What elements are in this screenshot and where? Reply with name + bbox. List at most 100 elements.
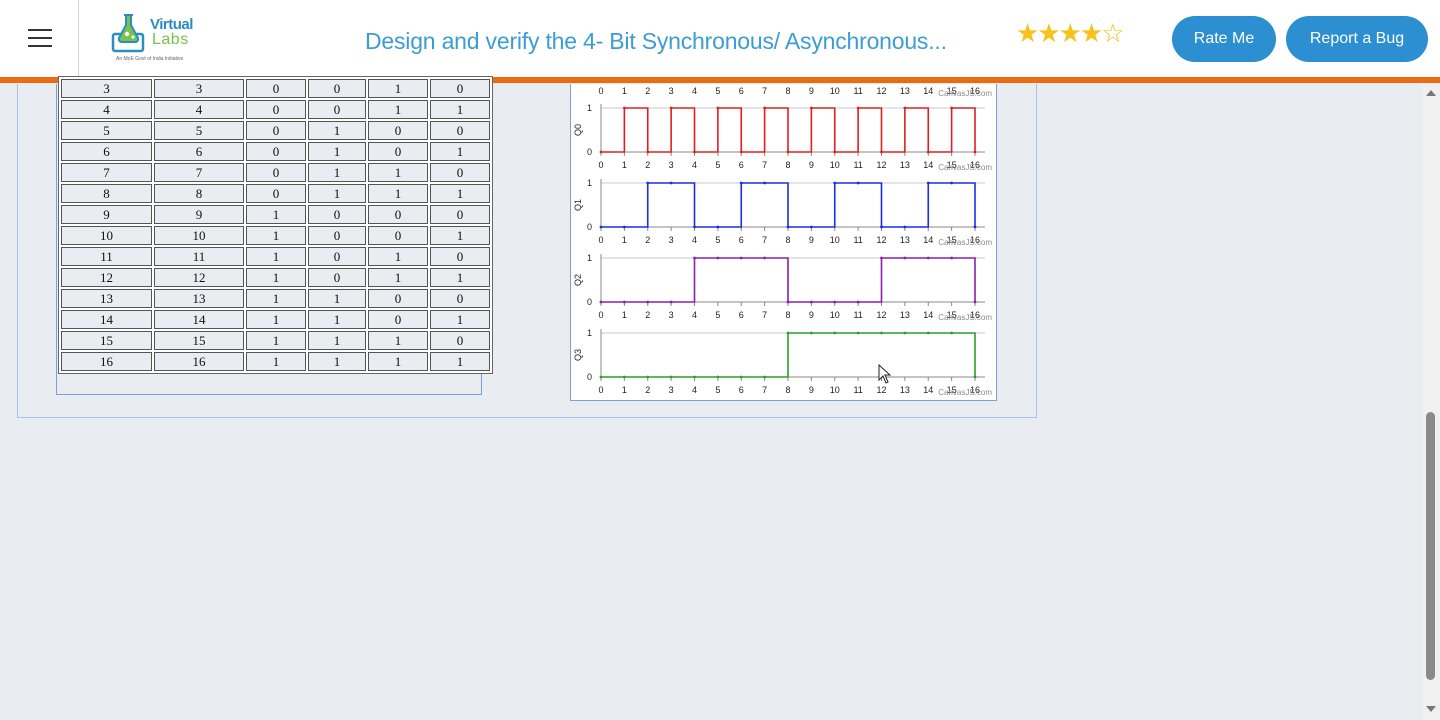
y-tick-label: 0	[587, 297, 592, 307]
x-tick-label: 2	[645, 310, 650, 320]
x-tick-label: 5	[715, 160, 720, 170]
table-row: 880111	[61, 184, 490, 203]
table-cell: 14	[154, 310, 244, 329]
filled-stars-icon[interactable]: ★★★★	[1016, 18, 1103, 48]
table-cell: 0	[368, 310, 428, 329]
series-line-q2	[601, 257, 976, 303]
x-tick-label: 5	[715, 235, 720, 245]
x-tick-label: 11	[853, 385, 862, 395]
menu-line	[28, 37, 52, 39]
y-axis-title: Q1	[573, 199, 583, 211]
table-cell: 0	[368, 121, 428, 140]
empty-star-icon[interactable]: ☆	[1101, 18, 1124, 48]
x-tick-label: 1	[622, 160, 627, 170]
x-tick-label: 0	[598, 385, 603, 395]
canvasjs-watermark: CanvasJS.com	[938, 238, 992, 247]
table-row: 14 14 1 1 0 1	[61, 310, 490, 329]
table-cell: 12	[154, 268, 244, 287]
x-tick-label: 1	[622, 310, 627, 320]
data-point	[693, 256, 696, 260]
scroll-down-arrow-icon[interactable]	[1426, 706, 1436, 712]
x-tick-label: 6	[739, 385, 744, 395]
table-cell: 15	[154, 331, 244, 350]
x-tick-label: 11	[853, 160, 862, 170]
data-point	[973, 150, 977, 154]
data-point	[763, 181, 767, 185]
table-cell: 15	[61, 331, 152, 350]
series-line-q0	[601, 107, 976, 153]
data-point	[622, 225, 626, 229]
x-tick-label: 1	[622, 86, 627, 96]
table-row: 991000	[61, 205, 490, 224]
hamburger-menu-icon[interactable]	[0, 0, 79, 77]
x-tick-label: 9	[809, 235, 814, 245]
data-point	[809, 225, 813, 229]
x-tick-label: 14	[923, 160, 933, 170]
table-cell: 3	[61, 79, 152, 98]
data-point	[716, 375, 720, 379]
table-row: 440011	[61, 100, 490, 119]
table-row: 15 15 1 1 1 0	[61, 331, 490, 350]
x-tick-label: 3	[669, 235, 674, 245]
x-tick-label: 1	[622, 235, 627, 245]
table-cell: 0	[430, 163, 490, 182]
data-point	[950, 256, 954, 260]
x-tick-label: 4	[692, 160, 697, 170]
x-tick-label: 5	[715, 86, 720, 96]
data-point	[739, 181, 743, 185]
star-rating[interactable]: ★★★★☆	[1016, 18, 1125, 48]
table-cell: 11	[154, 247, 244, 266]
report-bug-button[interactable]: Report a Bug	[1286, 16, 1428, 62]
x-tick-label: 5	[715, 310, 720, 320]
x-tick-label: 14	[923, 86, 933, 96]
table-row: 770110	[61, 163, 490, 182]
table-cell: 1	[308, 184, 366, 203]
data-point	[833, 181, 837, 185]
table-cell: 13	[61, 289, 152, 308]
table-cell: 1	[308, 121, 366, 140]
table-cell: 1	[246, 226, 306, 245]
data-point	[599, 150, 603, 154]
data-point	[856, 331, 860, 335]
scrollbar-thumb[interactable]	[1426, 412, 1435, 680]
scroll-up-arrow-icon[interactable]	[1426, 90, 1436, 96]
canvasjs-watermark: CanvasJS.com	[938, 313, 992, 322]
table-cell: 5	[61, 121, 152, 140]
table-cell: 0	[430, 247, 490, 266]
data-point	[973, 300, 977, 304]
table-cell: 0	[368, 226, 428, 245]
series-line-q1	[601, 182, 976, 228]
virtual-labs-logo[interactable]: Virtual Labs An MoE Govt of India Initia…	[110, 12, 205, 64]
data-point	[903, 225, 907, 229]
data-point	[669, 300, 673, 304]
data-point	[716, 225, 720, 229]
y-tick-label: 0	[587, 372, 592, 382]
table-cell: 1	[368, 352, 428, 371]
data-point	[599, 375, 603, 379]
data-point	[763, 256, 767, 260]
y-axis-title: Q2	[573, 274, 583, 286]
x-tick-label: 13	[900, 160, 910, 170]
table-cell: 1	[308, 331, 366, 350]
data-point	[786, 150, 790, 154]
table-cell: 4	[61, 100, 152, 119]
vertical-scrollbar[interactable]	[1422, 84, 1440, 720]
table-cell: 1	[308, 289, 366, 308]
y-tick-label: 1	[587, 178, 592, 188]
table-row: 13 13 1 1 0 0	[61, 289, 490, 308]
menu-line	[28, 45, 52, 47]
data-point	[786, 300, 790, 304]
data-point	[926, 181, 930, 185]
table-cell: 6	[154, 142, 244, 161]
x-tick-label: 9	[809, 385, 814, 395]
table-cell: 8	[154, 184, 244, 203]
data-point	[950, 331, 954, 335]
table-cell: 0	[430, 331, 490, 350]
data-point	[926, 331, 930, 335]
data-point	[973, 375, 977, 379]
rate-me-button[interactable]: Rate Me	[1172, 16, 1276, 62]
table-cell: 1	[368, 79, 428, 98]
x-tick-label: 10	[830, 160, 840, 170]
data-point	[973, 225, 977, 229]
data-point	[646, 150, 650, 154]
